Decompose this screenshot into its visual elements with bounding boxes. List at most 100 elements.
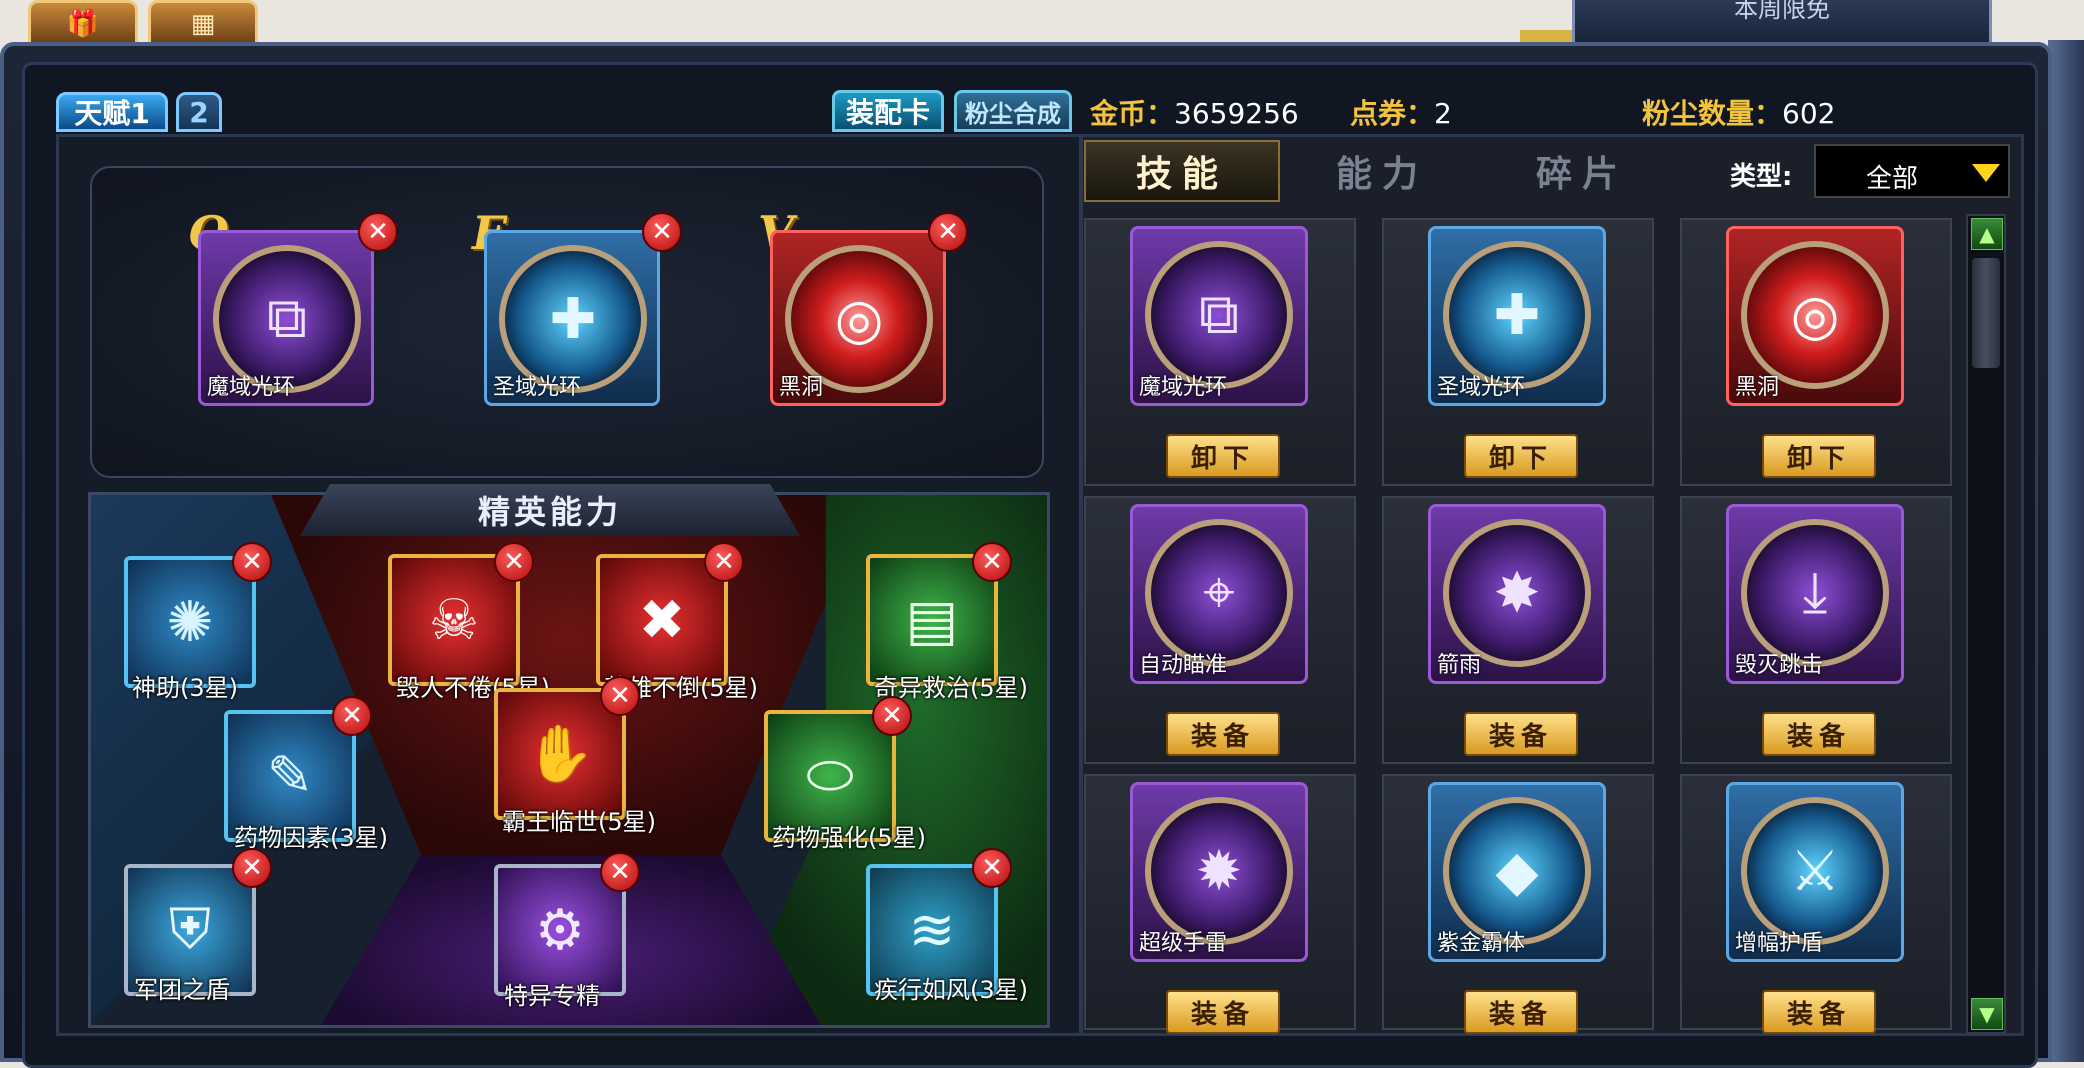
gift-icon[interactable]: 🎁 — [28, 0, 138, 44]
skill-card[interactable]: ◎ 黑洞 卸下 — [1680, 218, 1952, 486]
equip-button[interactable]: 装备 — [1464, 990, 1578, 1034]
remove-elite-button[interactable]: ✕ — [872, 696, 912, 736]
elite-name: 药物强化(5星) — [772, 824, 926, 852]
tab-equip-card-label: 装配卡 — [845, 96, 930, 129]
elite-name: 特异专精 — [504, 982, 600, 1010]
type-dropdown[interactable]: 全部 — [1814, 144, 2010, 198]
tab-skills[interactable]: 技能 — [1084, 140, 1280, 202]
remove-v-button[interactable]: ✕ — [928, 212, 968, 252]
vortex-icon: ◎ — [1741, 241, 1889, 389]
coupon-value: 2 — [1434, 97, 1452, 130]
skill-slot: ◎ 黑洞 — [1726, 226, 1904, 406]
tab-abilities[interactable]: 能力 — [1284, 140, 1480, 202]
elite-name: 神助(3星) — [132, 674, 238, 702]
sword-shield-icon: ⚔ — [1741, 797, 1889, 945]
skill-card[interactable]: ◆ 紫金霸体 装备 — [1382, 774, 1654, 1034]
grenade-icon: ✹ — [1145, 797, 1293, 945]
equip-button[interactable]: 装备 — [1166, 990, 1280, 1034]
skill-name: 自动瞄准 — [1139, 653, 1228, 678]
remove-elite-button[interactable]: ✕ — [232, 542, 272, 582]
tab-dust-label: 粉尘合成 — [965, 99, 1061, 128]
skill-name: 魔域光环 — [1139, 375, 1228, 400]
skill-name: 黑洞 — [1735, 375, 1780, 400]
skill-name: 毁灭跳击 — [1735, 653, 1824, 678]
dust-label: 粉尘数量： — [1642, 97, 1783, 130]
type-label: 类型: — [1730, 162, 1793, 192]
equipped-slot-name: 魔域光环 — [207, 375, 296, 400]
skill-card[interactable]: ⤓ 毁灭跳击 装备 — [1680, 496, 1952, 764]
tab-talent-2-label: 2 — [189, 95, 209, 129]
skill-name: 增幅护盾 — [1735, 931, 1824, 956]
remove-elite-button[interactable]: ✕ — [704, 542, 744, 582]
target-icon: ⌖ — [1145, 519, 1293, 667]
equipped-slot-e[interactable]: ✚ 圣域光环 — [484, 230, 660, 406]
weekly-free-panel[interactable]: 本周限免 — [1572, 0, 1992, 48]
equipped-slot-q[interactable]: ⧉ 魔域光环 — [198, 230, 374, 406]
elite-name: 霸王临世(5星) — [502, 808, 656, 836]
remove-elite-button[interactable]: ✕ — [600, 676, 640, 716]
remove-elite-button[interactable]: ✕ — [972, 542, 1012, 582]
skill-card[interactable]: ✹ 超级手雷 装备 — [1084, 774, 1356, 1034]
remove-e-button[interactable]: ✕ — [642, 212, 682, 252]
plus-heal-icon: ✚ — [1443, 241, 1591, 389]
tab-fragments[interactable]: 碎片 — [1484, 140, 1680, 202]
skill-card[interactable]: ⚔ 增幅护盾 装备 — [1680, 774, 1952, 1034]
remove-elite-button[interactable]: ✕ — [972, 848, 1012, 888]
gold-value: 3659256 — [1174, 97, 1299, 130]
skill-slot: ⤓ 毁灭跳击 — [1726, 504, 1904, 684]
burst-icon: ✸ — [1443, 519, 1591, 667]
unequip-button[interactable]: 卸下 — [1166, 434, 1280, 478]
skill-name: 超级手雷 — [1139, 931, 1228, 956]
skill-slot: ⧉ 魔域光环 — [1130, 226, 1308, 406]
dust-stat: 粉尘数量：602 — [1642, 92, 1835, 132]
skill-slot: ⌖ 自动瞄准 — [1130, 504, 1308, 684]
skill-name: 圣域光环 — [1437, 375, 1526, 400]
weekly-free-label: 本周限免 — [1734, 0, 1830, 23]
scroll-down-icon[interactable]: ▼ — [1971, 998, 2003, 1030]
skill-slot: ◆ 紫金霸体 — [1428, 782, 1606, 962]
scroll-up-icon[interactable]: ▲ — [1971, 218, 2003, 250]
coupon-label: 点券： — [1350, 97, 1435, 130]
jump-strike-icon: ⤓ — [1741, 519, 1889, 667]
equip-button[interactable]: 装备 — [1762, 712, 1876, 756]
equip-button[interactable]: 装备 — [1464, 712, 1578, 756]
skill-card[interactable]: ✸ 箭雨 装备 — [1382, 496, 1654, 764]
equip-button[interactable]: 装备 — [1762, 990, 1876, 1034]
tab-talent-1-label: 天赋1 — [74, 97, 150, 130]
remove-elite-button[interactable]: ✕ — [600, 852, 640, 892]
tab-dust-synthesis[interactable]: 粉尘合成 — [954, 90, 1072, 132]
tab-equip-card[interactable]: 装配卡 — [832, 90, 944, 132]
bullets-icon: ⧉ — [1145, 241, 1293, 389]
skill-list-scrollbar[interactable]: ▲ ▼ — [1966, 214, 2006, 1034]
skill-card[interactable]: ⧉ 魔域光环 卸下 — [1084, 218, 1356, 486]
equip-button[interactable]: 装备 — [1166, 712, 1280, 756]
skill-slot: ✹ 超级手雷 — [1130, 782, 1308, 962]
unequip-button[interactable]: 卸下 — [1464, 434, 1578, 478]
remove-q-button[interactable]: ✕ — [358, 212, 398, 252]
skill-name: 箭雨 — [1437, 653, 1482, 678]
remove-elite-button[interactable]: ✕ — [232, 848, 272, 888]
background-edge — [2048, 40, 2084, 1062]
skill-card[interactable]: ✚ 圣域光环 卸下 — [1382, 218, 1654, 486]
tab-talent-2[interactable]: 2 — [176, 92, 222, 132]
elite-name: 疾行如风(3星) — [874, 976, 1028, 1004]
skill-name: 紫金霸体 — [1437, 931, 1526, 956]
remove-elite-button[interactable]: ✕ — [494, 542, 534, 582]
equipped-slot-name: 黑洞 — [779, 375, 824, 400]
skill-slot: ✚ 圣域光环 — [1428, 226, 1606, 406]
dropdown-arrow-icon — [1972, 164, 2000, 182]
scroll-thumb[interactable] — [1972, 258, 2000, 368]
equipped-slot-name: 圣域光环 — [493, 375, 582, 400]
tab-talent-1[interactable]: 天赋1 — [56, 92, 168, 132]
elite-name: 军团之盾 — [134, 976, 230, 1004]
equipped-slot-v[interactable]: ◎ 黑洞 — [770, 230, 946, 406]
remove-elite-button[interactable]: ✕ — [332, 696, 372, 736]
unequip-button[interactable]: 卸下 — [1762, 434, 1876, 478]
shop-icon[interactable]: ▦ — [148, 0, 258, 44]
type-selected-value: 全部 — [1866, 164, 1919, 194]
coupon-stat: 点券：2 — [1350, 92, 1452, 132]
skill-card[interactable]: ⌖ 自动瞄准 装备 — [1084, 496, 1356, 764]
dust-value: 602 — [1782, 97, 1836, 130]
crystal-icon: ◆ — [1443, 797, 1591, 945]
gold-stat: 金币：3659256 — [1090, 92, 1299, 132]
